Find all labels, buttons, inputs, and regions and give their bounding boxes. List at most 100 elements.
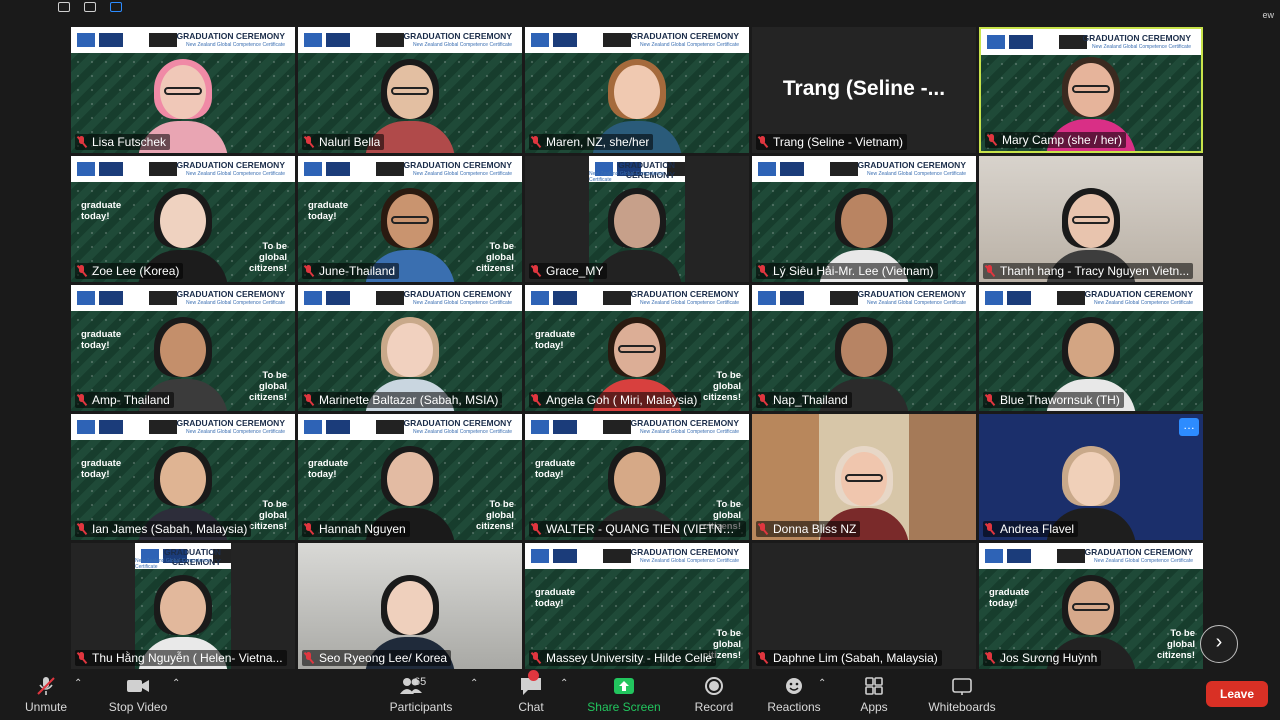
participant-tile[interactable]: GRADUATION CEREMONY New Zealand Global Co… bbox=[979, 285, 1203, 411]
avatar-shape bbox=[387, 452, 433, 506]
banner-subtitle: New Zealand Global Competence Certificat… bbox=[867, 171, 966, 177]
video-options-caret[interactable]: ⌃ bbox=[172, 678, 180, 689]
leave-button[interactable]: Leave bbox=[1206, 681, 1268, 707]
avatar-shape bbox=[1072, 85, 1110, 93]
ceremony-banner: GRADUATION CEREMONY New Zealand Global Co… bbox=[135, 543, 231, 570]
participant-tile[interactable]: GRADUATION CEREMONY New Zealand Global Co… bbox=[525, 285, 749, 411]
banner-subtitle: New Zealand Global Competence Certificat… bbox=[413, 42, 512, 48]
participant-tile[interactable]: GRADUATION CEREMONY New Zealand Global Co… bbox=[71, 27, 295, 153]
participant-name: June-Thailand bbox=[319, 264, 396, 278]
participant-display-name: Trang (Seline -... bbox=[782, 77, 946, 100]
banner-subtitle: New Zealand Global Competence Certificat… bbox=[135, 558, 211, 570]
participant-name-bar: Daphne Lim (Sabah, Malaysia) bbox=[756, 650, 942, 666]
participant-name-bar: WALTER - QUANG TIEN (VIETNAM) bbox=[529, 521, 746, 537]
avatar-shape bbox=[1072, 603, 1110, 611]
participant-name-bar: June-Thailand bbox=[302, 263, 400, 279]
mic-muted-icon bbox=[758, 652, 768, 664]
record-button[interactable]: Record bbox=[690, 672, 738, 720]
next-page-button[interactable]: › bbox=[1200, 625, 1238, 663]
participant-name: Seo Ryeong Lee/ Korea bbox=[319, 651, 448, 665]
share-screen-button[interactable]: Share Screen bbox=[586, 672, 662, 720]
whiteboards-button[interactable]: Whiteboards bbox=[924, 672, 1000, 720]
global-citizens-text: To be global citizens! bbox=[248, 370, 287, 403]
avatar-shape bbox=[1068, 323, 1114, 377]
participant-tile[interactable]: GRADUATION CEREMONY New Zealand Global Co… bbox=[752, 156, 976, 282]
banner-title: GRADUATION CEREMONY bbox=[176, 31, 285, 41]
participant-tile[interactable]: GRADUATION CEREMONY New Zealand Global Co… bbox=[525, 156, 749, 282]
participant-name: Lý Siêu Hải-Mr. Lee (Vietnam) bbox=[773, 264, 934, 278]
participant-name-bar: Thanh hang - Tracy Nguyen Vietn... bbox=[983, 263, 1194, 279]
reactions-button[interactable]: Reactions bbox=[764, 672, 824, 720]
participant-tile[interactable]: … Andrea Flavel bbox=[979, 414, 1203, 540]
participant-tile[interactable]: GRADUATION CEREMONY New Zealand Global Co… bbox=[71, 285, 295, 411]
record-icon bbox=[705, 677, 723, 695]
mic-muted-icon bbox=[304, 136, 314, 148]
banner-subtitle: New Zealand Global Competence Certificat… bbox=[186, 42, 285, 48]
ceremony-banner: GRADUATION CEREMONY New Zealand Global Co… bbox=[71, 285, 295, 311]
participant-tile[interactable]: Thanh hang - Tracy Nguyen Vietn... bbox=[979, 156, 1203, 282]
participant-name-bar: Thu Hằng Nguyễn ( Helen- Vietna... bbox=[75, 650, 287, 666]
video-camera-icon bbox=[127, 680, 149, 692]
participant-tile[interactable]: GRADUATION CEREMONY New Zealand Global Co… bbox=[298, 27, 522, 153]
avatar-shape bbox=[845, 474, 883, 482]
participant-tile[interactable]: GRADUATION CEREMONY New Zealand Global Co… bbox=[979, 27, 1203, 153]
university-logos bbox=[77, 33, 187, 47]
participant-name: Naluri Bella bbox=[319, 135, 381, 149]
banner-subtitle: New Zealand Global Competence Certificat… bbox=[1094, 558, 1193, 564]
participant-tile[interactable]: Donna Bliss NZ bbox=[752, 414, 976, 540]
participant-name-bar: Maren, NZ, she/her bbox=[529, 134, 654, 150]
participant-tile[interactable]: GRADUATION CEREMONY New Zealand Global Co… bbox=[979, 543, 1203, 669]
participant-name-bar: Blue Thawornsuk (TH) bbox=[983, 392, 1124, 408]
participant-tile[interactable]: GRADUATION CEREMONY New Zealand Global Co… bbox=[71, 543, 295, 669]
stop-video-button[interactable]: Stop Video bbox=[104, 672, 172, 720]
participant-name: Jos Sương Huỳnh bbox=[1000, 651, 1098, 665]
participants-button[interactable]: 65 Participants bbox=[386, 672, 456, 720]
avatar-shape bbox=[160, 194, 206, 248]
chat-button[interactable]: Chat bbox=[510, 670, 552, 720]
reactions-options-caret[interactable]: ⌃ bbox=[818, 678, 826, 689]
apps-button[interactable]: Apps bbox=[854, 672, 894, 720]
participant-tile[interactable]: GRADUATION CEREMONY New Zealand Global Co… bbox=[298, 156, 522, 282]
participant-tile[interactable]: GRADUATION CEREMONY New Zealand Global Co… bbox=[298, 285, 522, 411]
more-options-button[interactable]: … bbox=[1179, 418, 1199, 436]
participant-tile[interactable]: GRADUATION CEREMONY New Zealand Global Co… bbox=[298, 414, 522, 540]
participant-tile[interactable]: GRADUATION CEREMONY New Zealand Global Co… bbox=[525, 543, 749, 669]
avatar-shape bbox=[160, 323, 206, 377]
participant-tile[interactable]: GRADUATION CEREMONY New Zealand Global Co… bbox=[525, 27, 749, 153]
participant-name: Blue Thawornsuk (TH) bbox=[1000, 393, 1120, 407]
global-citizens-text: To be global citizens! bbox=[248, 241, 287, 274]
participant-name-bar: Trang (Seline - Vietnam) bbox=[756, 134, 908, 150]
participant-grid: GRADUATION CEREMONY New Zealand Global Co… bbox=[0, 0, 1280, 672]
avatar-shape bbox=[614, 194, 660, 248]
smiley-icon bbox=[786, 678, 802, 694]
banner-title: GRADUATION CEREMONY bbox=[403, 289, 512, 299]
participant-name: Donna Bliss NZ bbox=[773, 522, 857, 536]
participant-name-bar: Jos Sương Huỳnh bbox=[983, 650, 1102, 666]
unmute-options-caret[interactable]: ⌃ bbox=[74, 678, 82, 689]
participant-tile[interactable]: GRADUATION CEREMONY New Zealand Global Co… bbox=[752, 285, 976, 411]
chat-options-caret[interactable]: ⌃ bbox=[560, 678, 568, 689]
participant-tile[interactable]: Trang (Seline -... Trang (Seline - Vietna… bbox=[752, 27, 976, 153]
university-logos bbox=[304, 33, 414, 47]
university-logos bbox=[531, 549, 641, 563]
mic-muted-icon bbox=[985, 652, 995, 664]
participant-tile[interactable]: GRADUATION CEREMONY New Zealand Global Co… bbox=[525, 414, 749, 540]
participant-tile[interactable]: Seo Ryeong Lee/ Korea bbox=[298, 543, 522, 669]
mic-muted-icon bbox=[985, 523, 995, 535]
banner-subtitle: New Zealand Global Competence Certificat… bbox=[640, 42, 739, 48]
avatar-shape bbox=[164, 87, 202, 95]
participants-options-caret[interactable]: ⌃ bbox=[470, 678, 478, 689]
ceremony-banner: GRADUATION CEREMONY New Zealand Global Co… bbox=[298, 156, 522, 182]
ceremony-banner: GRADUATION CEREMONY New Zealand Global Co… bbox=[298, 27, 522, 53]
university-logos bbox=[985, 549, 1095, 563]
unmute-button[interactable]: Unmute bbox=[18, 672, 74, 720]
banner-title: GRADUATION CEREMONY bbox=[857, 160, 966, 170]
participant-tile[interactable]: Daphne Lim (Sabah, Malaysia) bbox=[752, 543, 976, 669]
banner-subtitle: New Zealand Global Competence Certificat… bbox=[413, 429, 512, 435]
ceremony-banner: GRADUATION CEREMONY New Zealand Global Co… bbox=[525, 414, 749, 440]
participant-tile[interactable]: GRADUATION CEREMONY New Zealand Global Co… bbox=[71, 414, 295, 540]
mic-muted-icon bbox=[987, 134, 997, 146]
university-logos bbox=[531, 291, 641, 305]
apps-icon bbox=[865, 677, 883, 695]
participant-tile[interactable]: GRADUATION CEREMONY New Zealand Global Co… bbox=[71, 156, 295, 282]
